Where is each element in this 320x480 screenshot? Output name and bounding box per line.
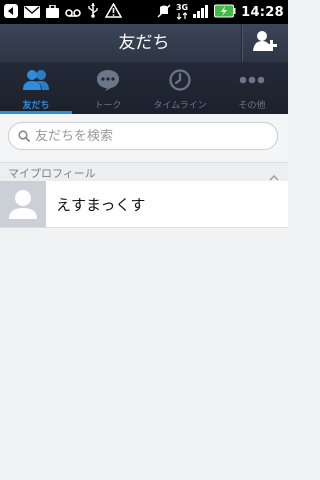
notification-icons <box>4 1 123 22</box>
status-bar: 3G 14:28 <box>0 0 288 24</box>
clock-time: 14:28 <box>241 4 284 20</box>
default-avatar-icon <box>9 190 37 219</box>
network-label: 3G <box>175 3 189 12</box>
bag-icon <box>46 3 59 22</box>
search-box[interactable] <box>8 122 278 150</box>
tab-talk-label: トーク <box>94 101 122 111</box>
tab-more[interactable]: その他 <box>216 62 288 114</box>
avatar[interactable] <box>0 181 46 227</box>
tab-bar: 友だち トーク タイムライン その他 <box>0 62 288 114</box>
voicemail-icon <box>65 3 81 22</box>
tab-more-label: その他 <box>238 101 266 111</box>
tab-friends-label: 友だち <box>22 101 50 111</box>
system-icons: 3G 14:28 <box>157 3 284 21</box>
search-area <box>0 114 288 160</box>
mute-icon <box>157 3 171 22</box>
mail-icon <box>24 3 40 22</box>
add-friend-icon <box>253 30 277 56</box>
tab-talk[interactable]: トーク <box>72 62 144 114</box>
app-header: 友だち <box>0 24 288 62</box>
clock-icon <box>169 69 191 95</box>
friends-icon <box>22 69 50 95</box>
tab-friends[interactable]: 友だち <box>0 62 72 114</box>
network-3g-indicator: 3G <box>176 4 188 20</box>
warning-icon <box>104 1 123 22</box>
search-input[interactable] <box>35 128 265 144</box>
chat-bubble-icon <box>96 69 120 95</box>
usb-icon <box>87 2 99 22</box>
signal-strength-icon <box>193 3 209 22</box>
tab-timeline-label: タイムライン <box>153 101 207 111</box>
section-title: マイプロフィール <box>8 167 96 180</box>
profile-name: えすまっくす <box>56 196 146 214</box>
battery-icon <box>214 3 236 22</box>
search-icon <box>18 127 30 146</box>
more-dots-icon <box>238 69 266 95</box>
my-profile-section-header[interactable]: マイプロフィール <box>0 162 288 182</box>
page-title: 友だち <box>118 33 170 53</box>
back-arrow-icon <box>4 3 18 22</box>
add-friend-button[interactable] <box>241 24 288 62</box>
my-profile-row[interactable]: えすまっくす <box>0 181 288 228</box>
tab-timeline[interactable]: タイムライン <box>144 62 216 114</box>
